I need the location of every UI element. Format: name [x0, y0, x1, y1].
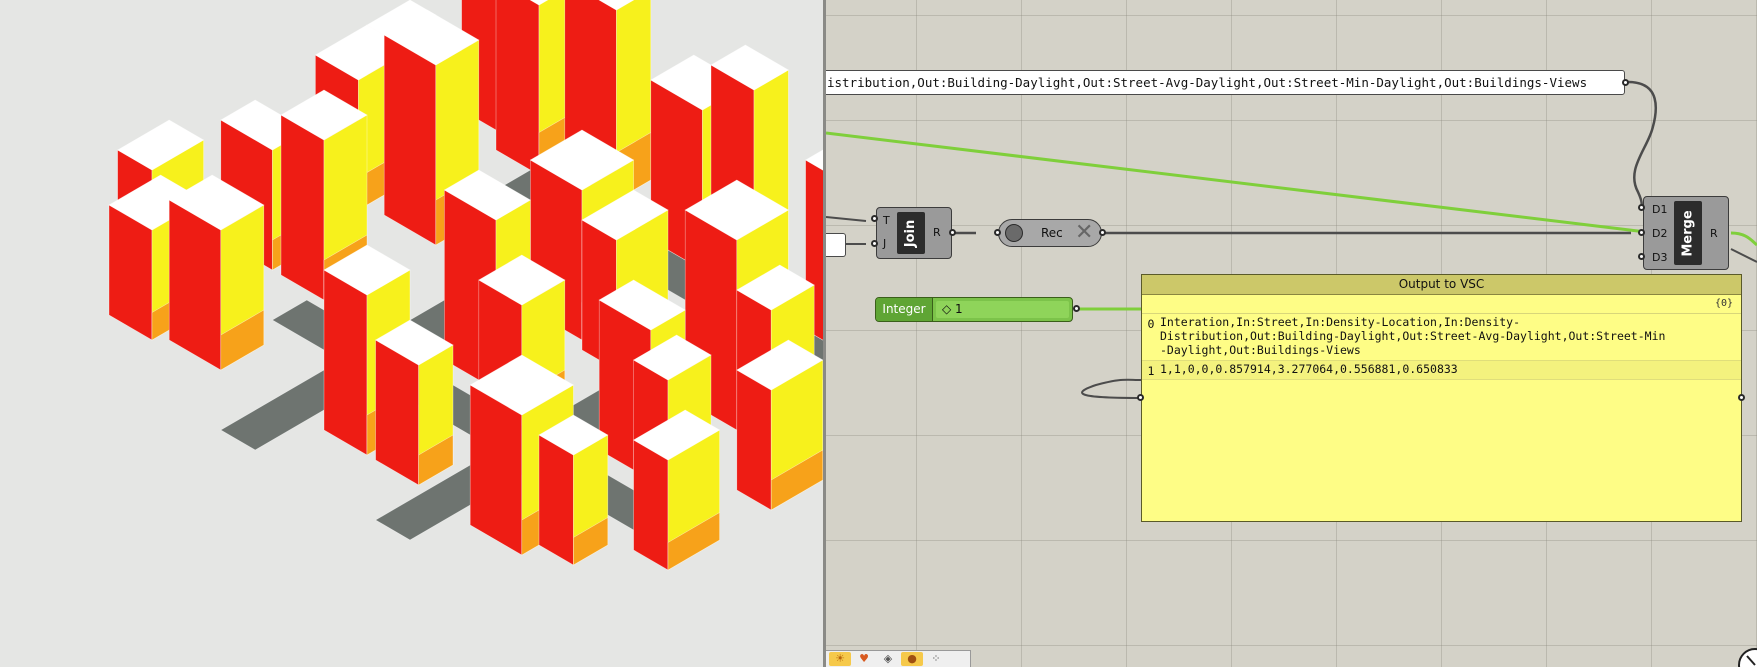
- left-panel-stub[interactable]: [826, 233, 846, 257]
- output-panel-path: {0}: [1142, 295, 1741, 314]
- join-output-r[interactable]: R: [933, 226, 941, 239]
- list-item: 0 Interation,In:Street,In:Density-Locati…: [1142, 314, 1741, 361]
- join-body: Join: [897, 212, 925, 254]
- list-item: 1 1,1,0,0,0.857914,3.277064,0.556881,0.6…: [1142, 361, 1741, 380]
- building-face-front: [383, 34, 437, 246]
- row-index: 1: [1147, 364, 1155, 378]
- grid-dots-icon[interactable]: ⁘: [925, 652, 947, 666]
- panel-output-grip[interactable]: [1622, 79, 1629, 86]
- csv-header-text: istribution,Out:Building-Daylight,Out:St…: [827, 75, 1588, 90]
- building-face-front: [375, 339, 419, 486]
- merge-grip-d1[interactable]: [1638, 204, 1645, 211]
- record-icon[interactable]: [1005, 224, 1023, 242]
- merge-input-d2[interactable]: D2: [1652, 227, 1667, 240]
- recorder-label: Rec: [1041, 226, 1063, 240]
- recorder-component[interactable]: Rec ✕: [998, 219, 1102, 247]
- row-text: Interation,In:Street,In:Density-Location…: [1160, 315, 1666, 357]
- csv-header-panel[interactable]: istribution,Out:Building-Daylight,Out:St…: [826, 70, 1625, 95]
- slider-name: Integer: [876, 298, 933, 321]
- join-label: Join: [903, 219, 919, 247]
- building-face-front: [736, 369, 772, 511]
- output-panel-grip-in[interactable]: [1137, 394, 1144, 401]
- rec-grip-in[interactable]: [994, 229, 1001, 236]
- daylight-building-model: [108, 0, 823, 571]
- merge-out-wire: [1730, 231, 1757, 247]
- merge-grip-d2[interactable]: [1638, 229, 1645, 236]
- output-panel-grip-out[interactable]: [1738, 394, 1745, 401]
- join-grip-j[interactable]: [871, 240, 878, 247]
- heart-icon[interactable]: ♥: [853, 652, 875, 666]
- slider-grip[interactable]: [1073, 305, 1080, 312]
- 3d-viewport[interactable]: [0, 0, 823, 667]
- merge-input-d3[interactable]: D3: [1652, 251, 1667, 264]
- join-input-j[interactable]: J: [883, 237, 886, 250]
- merge-out-wire-2: [1730, 248, 1757, 263]
- bottom-toolbar: ☀ ♥ ◈ ● ⁘: [826, 650, 971, 667]
- navigation-compass-icon[interactable]: [1727, 636, 1757, 667]
- panel-to-merge-wire: [1627, 80, 1657, 209]
- clear-icon[interactable]: ✕: [1075, 221, 1093, 245]
- person-icon[interactable]: ●: [901, 652, 923, 666]
- merge-body: Merge: [1674, 201, 1702, 265]
- building-face-front: [495, 0, 540, 176]
- merge-input-d1[interactable]: D1: [1652, 203, 1667, 216]
- output-panel-title: Output to VSC: [1142, 275, 1741, 295]
- join-input-t[interactable]: T: [883, 214, 890, 227]
- building-face-front: [280, 114, 325, 301]
- output-panel[interactable]: Output to VSC {0} 0 Interation,In:Street…: [1141, 274, 1742, 522]
- sun-icon[interactable]: ☀: [829, 652, 851, 666]
- building-face-front: [538, 434, 574, 566]
- merge-grip-d3[interactable]: [1638, 253, 1645, 260]
- slider-value[interactable]: ◇ 1: [936, 301, 1069, 318]
- join-grip-r[interactable]: [949, 229, 956, 236]
- grasshopper-canvas[interactable]: istribution,Out:Building-Daylight,Out:St…: [826, 0, 1757, 667]
- row-index: 0: [1147, 317, 1155, 331]
- merge-label: Merge: [1680, 209, 1696, 257]
- building-face-front: [633, 439, 669, 571]
- layers-icon[interactable]: ◈: [877, 652, 899, 666]
- row-text: 1,1,0,0,0.857914,3.277064,0.556881,0.650…: [1160, 362, 1458, 376]
- integer-slider[interactable]: Integer ◇ 1: [875, 297, 1073, 322]
- rec-grip-out[interactable]: [1099, 229, 1106, 236]
- join-grip-t[interactable]: [871, 215, 878, 222]
- merge-component[interactable]: D1 D2 D3 Merge R: [1643, 196, 1729, 270]
- join-component[interactable]: T J Join R: [876, 207, 952, 259]
- building-face-front: [323, 269, 368, 456]
- loop-wire: [1081, 378, 1142, 399]
- merge-output-r[interactable]: R: [1710, 227, 1718, 240]
